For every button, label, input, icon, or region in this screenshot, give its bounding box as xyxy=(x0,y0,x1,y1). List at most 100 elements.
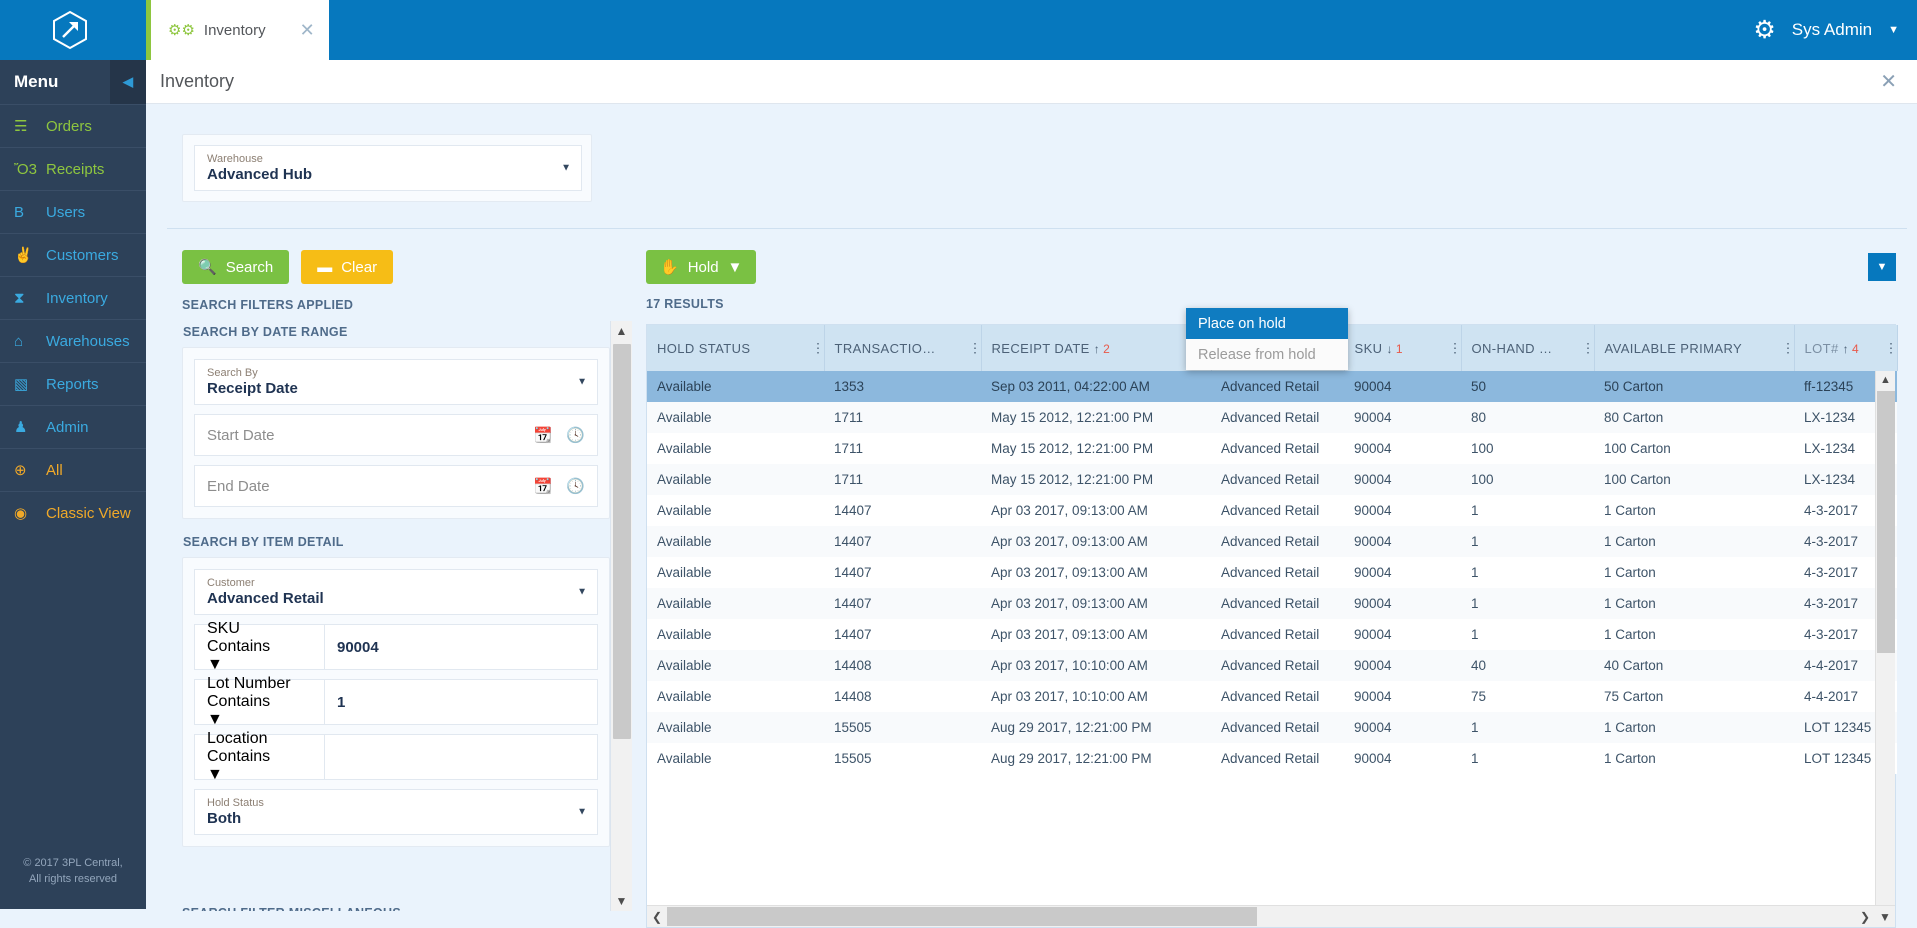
column-header-hold-status[interactable]: HOLD STATUS⋮ xyxy=(647,325,824,371)
location-operator-select[interactable]: Location Contains ▼ xyxy=(195,735,325,779)
sort-direction-icon: ↓ xyxy=(1386,342,1392,356)
menu-item-place-on-hold[interactable]: Place on hold xyxy=(1186,308,1348,339)
column-menu-icon[interactable]: ⋮ xyxy=(812,345,816,352)
column-header-available-primary[interactable]: AVAILABLE PRIMARY⋮ xyxy=(1594,325,1794,371)
table-row[interactable]: Available14407Apr 03 2017, 09:13:00 AMAd… xyxy=(647,557,1897,588)
scrollbar-thumb[interactable] xyxy=(1877,391,1895,653)
calendar-icon[interactable]: 📆 xyxy=(534,426,553,444)
table-row[interactable]: Available14407Apr 03 2017, 09:13:00 AMAd… xyxy=(647,526,1897,557)
scroll-left-icon[interactable]: ❮ xyxy=(647,910,667,924)
cell-hold: Available xyxy=(647,495,824,526)
chevron-down-icon[interactable]: ▼ xyxy=(1888,24,1899,36)
filter-panel-scrollbar[interactable]: ▲ ▼ xyxy=(610,321,632,911)
column-menu-icon[interactable]: ⋮ xyxy=(1449,345,1453,352)
scroll-down-icon[interactable]: ▼ xyxy=(611,891,632,911)
gear-icon[interactable]: ⚙ xyxy=(1753,18,1775,43)
cell-customer: Advanced Retail xyxy=(1211,371,1344,402)
hold-button[interactable]: ✋ Hold ▼ xyxy=(646,250,756,284)
location-input[interactable] xyxy=(325,735,597,779)
page-close-icon[interactable]: ✕ xyxy=(1880,69,1897,94)
lot-filter: Lot Number Contains ▼ 1 xyxy=(194,679,598,725)
sidebar-item-users[interactable]: ὆BUsers xyxy=(0,190,146,233)
table-row[interactable]: Available1711May 15 2012, 12:21:00 PMAdv… xyxy=(647,402,1897,433)
table-row[interactable]: Available14407Apr 03 2017, 09:13:00 AMAd… xyxy=(647,619,1897,650)
table-row[interactable]: Available1711May 15 2012, 12:21:00 PMAdv… xyxy=(647,433,1897,464)
cell-hold: Available xyxy=(647,681,824,712)
sidebar-item-all[interactable]: ⊕All xyxy=(0,448,146,491)
scrollbar-thumb[interactable] xyxy=(667,907,1257,926)
gears-icon: ⚙⚙ xyxy=(168,23,195,38)
table-row[interactable]: Available1353Sep 03 2011, 04:22:00 AMAdv… xyxy=(647,371,1897,402)
cell-txn: 1711 xyxy=(824,433,981,464)
clock-icon[interactable]: 🕓 xyxy=(566,426,585,444)
sku-input[interactable]: 90004 xyxy=(325,625,597,669)
clear-button[interactable]: ▬ Clear xyxy=(301,250,393,284)
hold-context-menu: Place on hold Release from hold xyxy=(1186,308,1348,370)
cell-receipt: May 15 2012, 12:21:00 PM xyxy=(981,402,1211,433)
scroll-down-icon[interactable]: ▼ xyxy=(1875,910,1895,924)
table-vertical-scrollbar[interactable]: ▲ xyxy=(1875,371,1895,905)
search-by-select[interactable]: Search By Receipt Date ▼ xyxy=(194,359,598,405)
warehouse-select[interactable]: Warehouse Advanced Hub ▼ xyxy=(194,145,582,191)
search-button[interactable]: 🔍 Search xyxy=(182,250,289,284)
column-menu-icon[interactable]: ⋮ xyxy=(1582,345,1586,352)
column-menu-icon[interactable]: ⋮ xyxy=(1885,345,1889,352)
scroll-right-icon[interactable]: ❯ xyxy=(1855,910,1875,924)
table-row[interactable]: Available15505Aug 29 2017, 12:21:00 PMAd… xyxy=(647,712,1897,743)
cell-customer: Advanced Retail xyxy=(1211,743,1344,774)
column-header-label: SKU xyxy=(1355,341,1383,356)
calendar-icon[interactable]: 📆 xyxy=(534,477,553,495)
tab-inventory[interactable]: ⚙⚙ Inventory ✕ xyxy=(146,0,329,60)
sidebar-item-admin[interactable]: ♟Admin xyxy=(0,405,146,448)
menu-item-release-from-hold[interactable]: Release from hold xyxy=(1186,339,1348,370)
sidebar-item-receipts[interactable]: Ὄ3Receipts xyxy=(0,147,146,190)
scroll-up-icon[interactable]: ▲ xyxy=(611,321,632,341)
sidebar-collapse-button[interactable]: ◀ xyxy=(110,60,146,104)
scrollbar-thumb[interactable] xyxy=(613,344,631,739)
column-header-transactio[interactable]: TRANSACTIO…⋮ xyxy=(824,325,981,371)
scroll-up-icon[interactable]: ▲ xyxy=(1876,371,1895,389)
sort-direction-icon: ↑ xyxy=(1843,342,1849,356)
column-menu-icon[interactable]: ⋮ xyxy=(1782,345,1786,352)
cell-txn: 14407 xyxy=(824,619,981,650)
user-menu-label[interactable]: Sys Admin xyxy=(1792,20,1872,40)
start-date-input[interactable]: Start Date 📆 🕓 xyxy=(194,414,598,456)
sidebar-item-reports[interactable]: ▧Reports xyxy=(0,362,146,405)
cell-customer: Advanced Retail xyxy=(1211,495,1344,526)
table-row[interactable]: Available14407Apr 03 2017, 09:13:00 AMAd… xyxy=(647,495,1897,526)
grid-options-toggle[interactable]: ▼ xyxy=(1868,253,1896,281)
chevron-down-icon: ▼ xyxy=(207,711,302,729)
cell-hold: Available xyxy=(647,464,824,495)
sidebar-item-orders[interactable]: ☴Orders xyxy=(0,104,146,147)
cell-available: 1 Carton xyxy=(1594,557,1794,588)
table-horizontal-scrollbar[interactable]: ❮ ❯ ▼ xyxy=(647,905,1895,927)
column-header-on-hand[interactable]: ON-HAND …⋮ xyxy=(1461,325,1594,371)
cell-customer: Advanced Retail xyxy=(1211,526,1344,557)
table-row[interactable]: Available14408Apr 03 2017, 10:10:00 AMAd… xyxy=(647,650,1897,681)
table-row[interactable]: Available14407Apr 03 2017, 09:13:00 AMAd… xyxy=(647,588,1897,619)
column-header-label: RECEIPT DATE xyxy=(992,341,1090,356)
column-header-sku[interactable]: SKU↓1⋮ xyxy=(1344,325,1461,371)
app-logo[interactable] xyxy=(0,0,140,60)
column-header-receipt-date[interactable]: RECEIPT DATE↑2⋮ xyxy=(981,325,1211,371)
table-row[interactable]: Available14408Apr 03 2017, 10:10:00 AMAd… xyxy=(647,681,1897,712)
column-menu-icon[interactable]: ⋮ xyxy=(969,345,973,352)
sidebar-item-warehouses[interactable]: ⌂Warehouses xyxy=(0,319,146,362)
column-header-lot[interactable]: LOT#↑4⋮ xyxy=(1794,325,1897,371)
sidebar-item-classic-view[interactable]: ◉Classic View xyxy=(0,491,146,534)
clock-icon[interactable]: 🕓 xyxy=(566,477,585,495)
person-icon: ♟ xyxy=(14,418,46,436)
sku-operator-select[interactable]: SKU Contains ▼ xyxy=(195,625,325,669)
cell-hold: Available xyxy=(647,588,824,619)
sidebar-item-customers[interactable]: ✌Customers xyxy=(0,233,146,276)
lot-operator-select[interactable]: Lot Number Contains ▼ xyxy=(195,680,325,724)
lot-input[interactable]: 1 xyxy=(325,680,597,724)
hold-status-select[interactable]: Hold Status Both ▼ xyxy=(194,789,598,835)
close-icon[interactable]: ✕ xyxy=(300,21,315,39)
table-row[interactable]: Available15505Aug 29 2017, 12:21:00 PMAd… xyxy=(647,743,1897,774)
end-date-input[interactable]: End Date 📆 🕓 xyxy=(194,465,598,507)
page-title: Inventory xyxy=(160,71,234,92)
table-row[interactable]: Available1711May 15 2012, 12:21:00 PMAdv… xyxy=(647,464,1897,495)
sidebar-item-inventory[interactable]: ⧗Inventory xyxy=(0,276,146,319)
customer-select[interactable]: Customer Advanced Retail ▼ xyxy=(194,569,598,615)
